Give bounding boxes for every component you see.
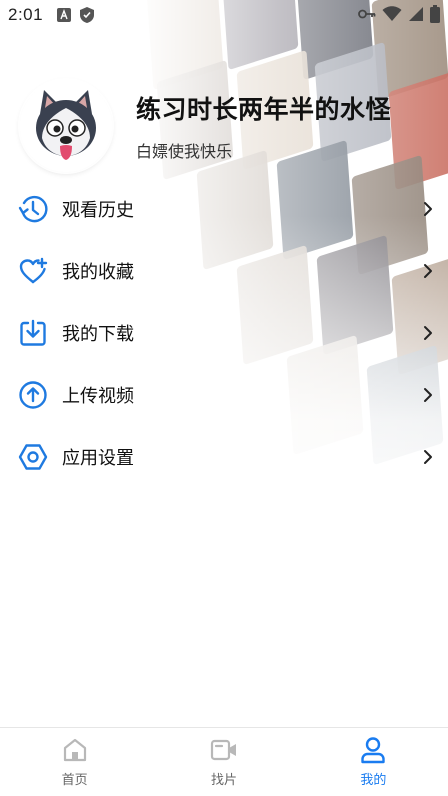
menu-label: 我的收藏 (62, 262, 134, 283)
user-icon (359, 736, 387, 764)
nav-label: 找片 (210, 773, 237, 788)
menu-item-watch-history[interactable]: 观看历史 (0, 178, 448, 240)
home-icon (61, 736, 89, 764)
menu-list: 观看历史 我的收藏 我的下载 上传视频 应用设置 (0, 178, 448, 488)
nav-label: 我的 (360, 773, 387, 788)
husky-avatar-icon (36, 90, 96, 160)
menu-label: 应用设置 (62, 448, 134, 469)
menu-item-app-settings[interactable]: 应用设置 (0, 426, 448, 488)
download-icon (17, 317, 49, 349)
menu-item-my-favorites[interactable]: 我的收藏 (0, 240, 448, 302)
chevron-right-icon (420, 385, 436, 405)
menu-label: 上传视频 (62, 386, 134, 407)
chevron-right-icon (420, 447, 436, 467)
wifi-icon (382, 6, 402, 22)
shield-icon (79, 6, 95, 24)
status-time: 2:01 (8, 5, 44, 24)
key-icon (358, 8, 376, 20)
settings-icon (17, 441, 49, 473)
avatar[interactable] (20, 80, 112, 172)
nav-label: 首页 (61, 773, 88, 788)
nav-item-find-videos[interactable]: 找片 (149, 728, 298, 796)
username: 练习时长两年半的水怪 (136, 95, 392, 124)
nav-item-mine[interactable]: 我的 (299, 728, 448, 796)
user-tagline: 白嫖使我快乐 (136, 142, 233, 161)
video-camera-icon (210, 736, 238, 764)
signal-icon (408, 6, 424, 22)
history-icon (17, 193, 49, 225)
chevron-right-icon (420, 199, 436, 219)
text-a-icon (57, 8, 72, 22)
menu-item-upload-video[interactable]: 上传视频 (0, 364, 448, 426)
chevron-right-icon (420, 323, 436, 343)
menu-label: 我的下载 (62, 324, 134, 345)
chevron-right-icon (420, 261, 436, 281)
status-bar: 2:01 (0, 0, 448, 30)
heart-plus-icon (17, 255, 49, 287)
profile-header: 练习时长两年半的水怪 白嫖使我快乐 (20, 80, 391, 172)
bottom-navigation: 首页 找片 我的 (0, 727, 448, 796)
battery-icon (430, 5, 440, 23)
upload-icon (17, 379, 49, 411)
menu-label: 观看历史 (62, 200, 134, 221)
nav-item-home[interactable]: 首页 (0, 728, 149, 796)
menu-item-my-downloads[interactable]: 我的下载 (0, 302, 448, 364)
